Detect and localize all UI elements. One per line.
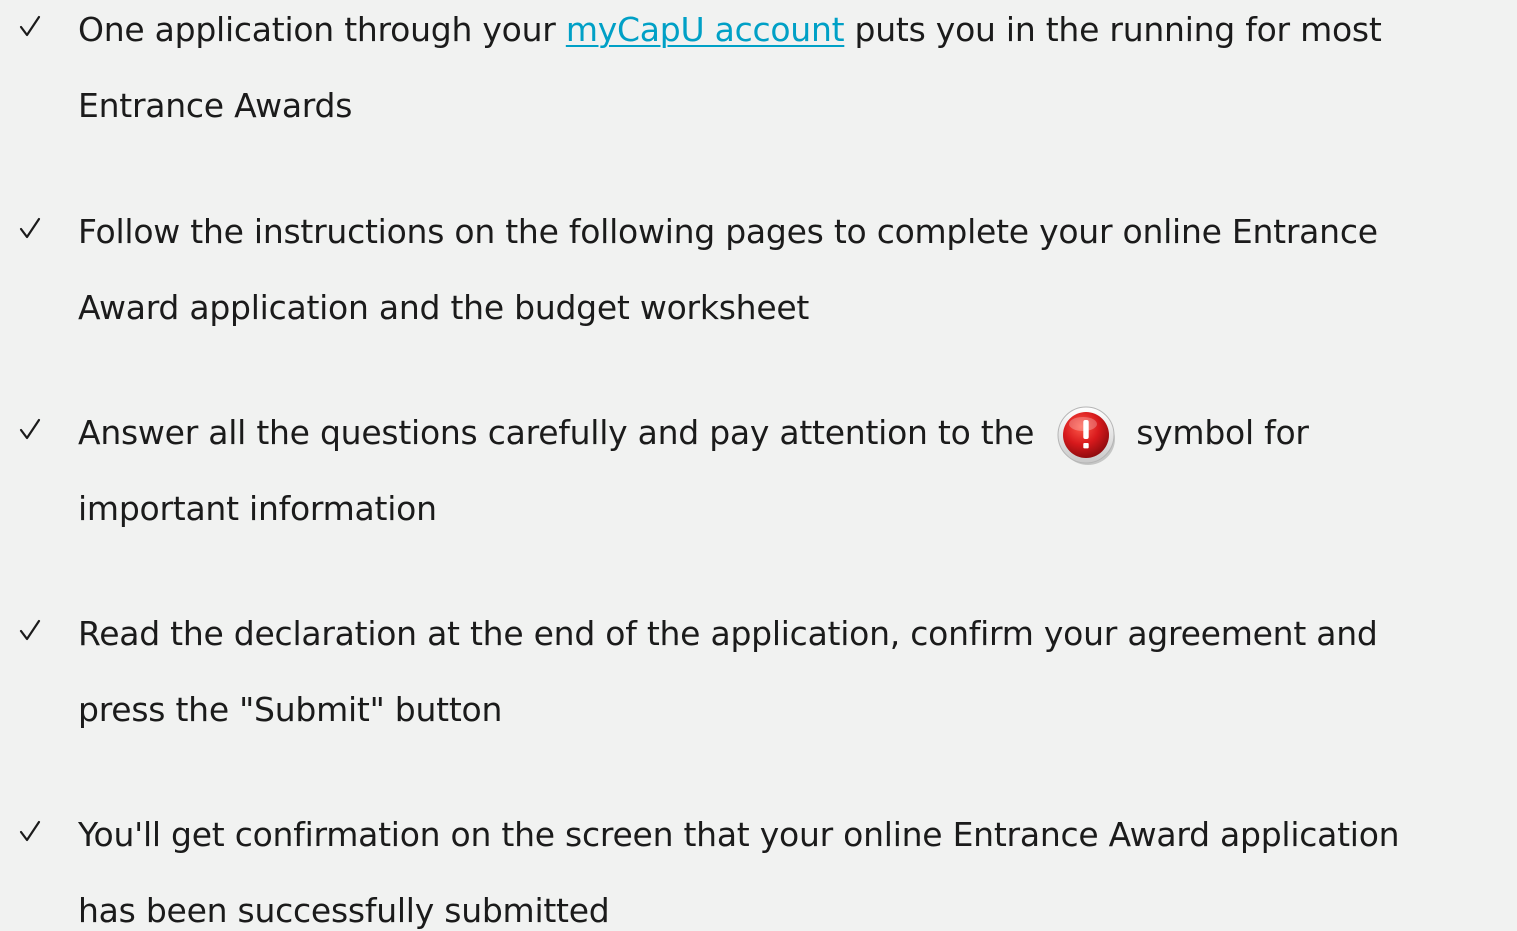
item-text: One application through your	[78, 10, 566, 49]
checkmark-icon	[19, 820, 41, 842]
item-text: puts you in the running for most	[844, 10, 1382, 49]
item-text: press the "Submit" button	[78, 690, 503, 729]
exclamation-warning-icon	[1056, 405, 1116, 465]
checkmark-icon	[19, 418, 41, 440]
item-text: Answer all the questions carefully and p…	[78, 413, 1035, 452]
instructions-list: One application through your myCapU acco…	[0, 0, 1517, 930]
item-text: important information	[78, 489, 437, 528]
checkmark-icon	[19, 15, 41, 37]
item-text: Award application and the budget workshe…	[78, 288, 810, 327]
checkmark-icon	[19, 217, 41, 239]
mycapu-account-link[interactable]: myCapU account	[566, 10, 845, 49]
item-text: has been successfully submitted	[78, 891, 610, 930]
checkmark-icon	[19, 619, 41, 641]
item-text: You'll get confirmation on the screen th…	[78, 815, 1400, 854]
item-text: Follow the instructions on the following…	[78, 212, 1378, 251]
item-text: Read the declaration at the end of the a…	[78, 614, 1378, 653]
item-text: symbol for	[1136, 413, 1309, 452]
item-text: Entrance Awards	[78, 86, 353, 125]
